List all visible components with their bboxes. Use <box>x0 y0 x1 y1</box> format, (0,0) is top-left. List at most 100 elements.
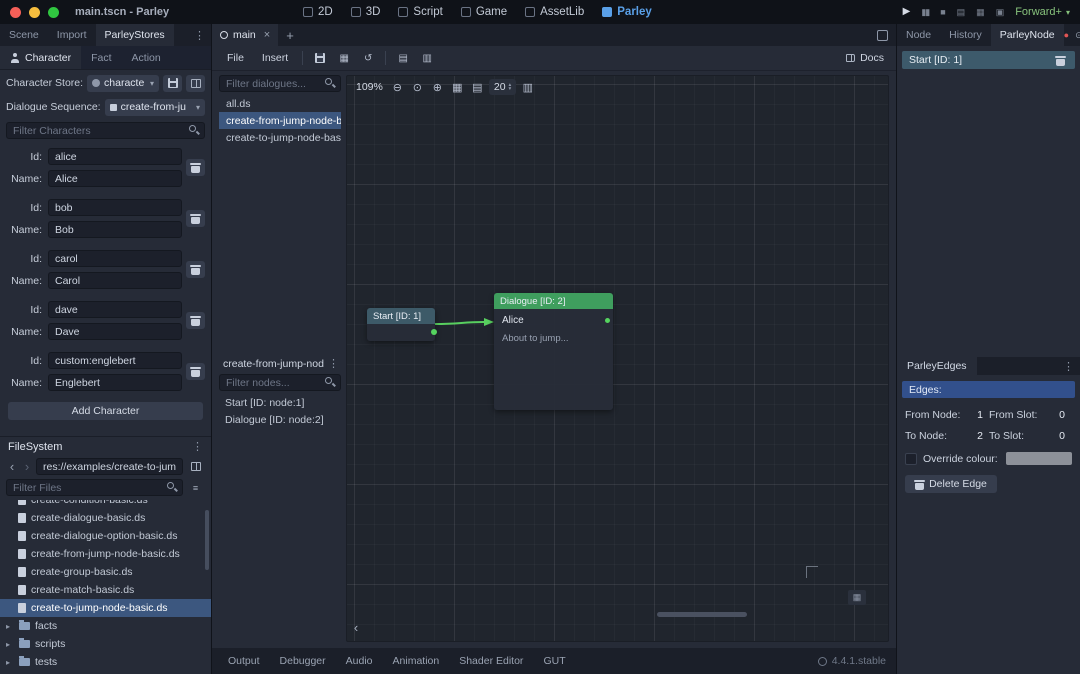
character-store-dropdown[interactable]: characte ▾ <box>87 75 159 92</box>
bottom-panel-tab[interactable]: Audio <box>336 648 383 674</box>
graph-node-start[interactable]: Start [ID: 1] <box>367 308 435 341</box>
character-name-field[interactable] <box>48 221 182 238</box>
pause-button[interactable]: ▮▮ <box>921 8 929 17</box>
export-icon[interactable]: ▥ <box>417 49 437 67</box>
remote-debug-icon[interactable]: ▤ <box>957 8 966 17</box>
file-item[interactable]: create-condition-basic.ds <box>0 500 211 509</box>
menu-item[interactable]: 2D <box>303 6 333 18</box>
save-store-button[interactable] <box>163 75 182 92</box>
update-icon[interactable] <box>818 657 827 666</box>
filter-files-input[interactable] <box>6 479 183 496</box>
renderer-dropdown[interactable]: Forward+ ▾ <box>1015 6 1070 18</box>
instances-icon[interactable]: ▣ <box>996 8 1005 17</box>
forward-icon[interactable]: › <box>21 460 33 473</box>
delete-character-button[interactable] <box>186 363 205 380</box>
dialogue-item[interactable]: all.ds <box>219 95 341 112</box>
delete-character-button[interactable] <box>186 261 205 278</box>
collapse-panel-icon[interactable]: ‹ <box>350 619 362 635</box>
dialogue-item[interactable]: create-from-jump-node-b... <box>219 112 341 129</box>
dock-tab[interactable]: ParleyStores <box>96 24 174 46</box>
file-item[interactable]: create-from-jump-node-basic.ds <box>0 545 211 563</box>
folder-item[interactable]: ▸ tests <box>0 653 211 671</box>
zoom-level[interactable]: 109% <box>353 79 386 95</box>
snap-toggle-icon[interactable]: ▦ <box>449 79 466 95</box>
bottom-panel-tab[interactable]: GUT <box>533 648 575 674</box>
movie-mode-icon[interactable]: ▦ <box>976 8 985 17</box>
tab-fact[interactable]: Fact <box>81 46 121 69</box>
zoom-in-icon[interactable]: ⊕ <box>429 79 446 95</box>
folder-item[interactable]: ▸ facts <box>0 617 211 635</box>
insert-menu[interactable]: Insert <box>255 50 295 66</box>
maximize-window-button[interactable] <box>48 7 59 18</box>
colour-swatch[interactable] <box>1006 452 1072 465</box>
minimap-toggle-icon[interactable]: ▥ <box>519 79 536 95</box>
node-list-item[interactable]: Dialogue [ID: node:2] <box>219 411 341 428</box>
dock-tab[interactable]: History <box>940 24 991 46</box>
character-id-field[interactable] <box>48 199 182 216</box>
menu-item[interactable]: AssetLib <box>525 6 584 18</box>
sort-files-icon[interactable]: ≡ <box>186 479 205 496</box>
bottom-panel-tab[interactable]: Output <box>218 648 270 674</box>
grid-toggle-icon[interactable]: ▤ <box>469 79 486 95</box>
close-icon[interactable]: × <box>264 29 270 41</box>
add-scene-tab-button[interactable]: + <box>278 24 302 46</box>
split-view-icon[interactable] <box>186 458 205 475</box>
start-node-header[interactable]: Start [ID: 1] <box>367 308 435 324</box>
zoom-reset-icon[interactable]: ⊙ <box>409 79 426 95</box>
load-store-button[interactable] <box>186 75 205 92</box>
grid-settings-icon[interactable]: ▦ <box>848 590 866 605</box>
graph-canvas[interactable]: 109% ⊖ ⊙ ⊕ ▦ ▤ 20 ▴▾ ▥ S <box>346 75 889 642</box>
dialogue-item[interactable]: create-to-jump-node-basi... <box>219 129 341 146</box>
edges-section-header[interactable]: Edges: <box>902 381 1075 398</box>
horizontal-scrollbar[interactable] <box>657 612 747 617</box>
save-icon[interactable] <box>310 49 330 67</box>
menu-item[interactable]: 3D <box>351 6 381 18</box>
dock-tab[interactable]: Node <box>897 24 940 46</box>
character-name-field[interactable] <box>48 272 182 289</box>
back-icon[interactable]: ‹ <box>6 460 18 473</box>
dock-tab[interactable]: Import <box>48 24 96 46</box>
stop-button[interactable]: ■ <box>940 8 945 17</box>
tab-parley-edges[interactable]: ParleyEdges <box>897 357 977 375</box>
file-menu[interactable]: File <box>220 50 251 66</box>
scene-tab-main[interactable]: main × <box>212 24 278 46</box>
add-character-button[interactable]: Add Character <box>8 402 203 420</box>
delete-character-button[interactable] <box>186 312 205 329</box>
layout-icon[interactable]: ▦ <box>334 49 354 67</box>
bottom-panel-tab[interactable]: Debugger <box>270 648 336 674</box>
filter-nodes-input[interactable] <box>219 374 341 391</box>
delete-node-button[interactable] <box>1052 52 1068 69</box>
panel-options-icon[interactable]: ⊙ <box>1075 30 1080 41</box>
dialogue-sequence-dropdown[interactable]: create-from-ju ▾ <box>105 99 205 116</box>
path-input[interactable] <box>36 458 183 475</box>
dock-tab[interactable]: ParleyNode <box>991 24 1064 46</box>
character-id-field[interactable] <box>48 148 182 165</box>
refresh-icon[interactable]: ↺ <box>358 49 378 67</box>
minimize-window-button[interactable] <box>29 7 40 18</box>
menu-item[interactable]: Script <box>398 6 442 18</box>
bottom-panel-tab[interactable]: Shader Editor <box>449 648 533 674</box>
docs-button[interactable]: Docs <box>842 52 888 64</box>
file-item[interactable]: create-group-basic.ds <box>0 563 211 581</box>
nodes-options-icon[interactable]: ⋮ <box>326 357 341 370</box>
delete-character-button[interactable] <box>186 159 205 176</box>
dialogue-node-header[interactable]: Dialogue [ID: 2] <box>494 293 613 309</box>
character-id-field[interactable] <box>48 352 182 369</box>
snap-distance-spinner[interactable]: 20 ▴▾ <box>489 79 516 95</box>
menu-item[interactable]: Game <box>461 6 507 18</box>
spinner-arrows-icon[interactable]: ▴▾ <box>509 83 512 92</box>
zoom-out-icon[interactable]: ⊖ <box>389 79 406 95</box>
tab-character[interactable]: Character <box>0 46 81 69</box>
edges-options-icon[interactable]: ⋮ <box>1057 357 1080 375</box>
dock-tab[interactable]: Scene <box>0 24 48 46</box>
file-item[interactable]: create-dialogue-basic.ds <box>0 509 211 527</box>
character-id-field[interactable] <box>48 250 182 267</box>
file-item[interactable]: create-match-basic.ds <box>0 581 211 599</box>
file-item[interactable]: create-to-jump-node-basic.ds <box>0 599 211 617</box>
tab-action[interactable]: Action <box>122 46 171 69</box>
delete-character-button[interactable] <box>186 210 205 227</box>
file-item[interactable]: create-dialogue-option-basic.ds <box>0 527 211 545</box>
scrollbar[interactable] <box>205 510 209 570</box>
node-list-item[interactable]: Start [ID: node:1] <box>219 394 341 411</box>
output-port[interactable] <box>431 329 437 335</box>
